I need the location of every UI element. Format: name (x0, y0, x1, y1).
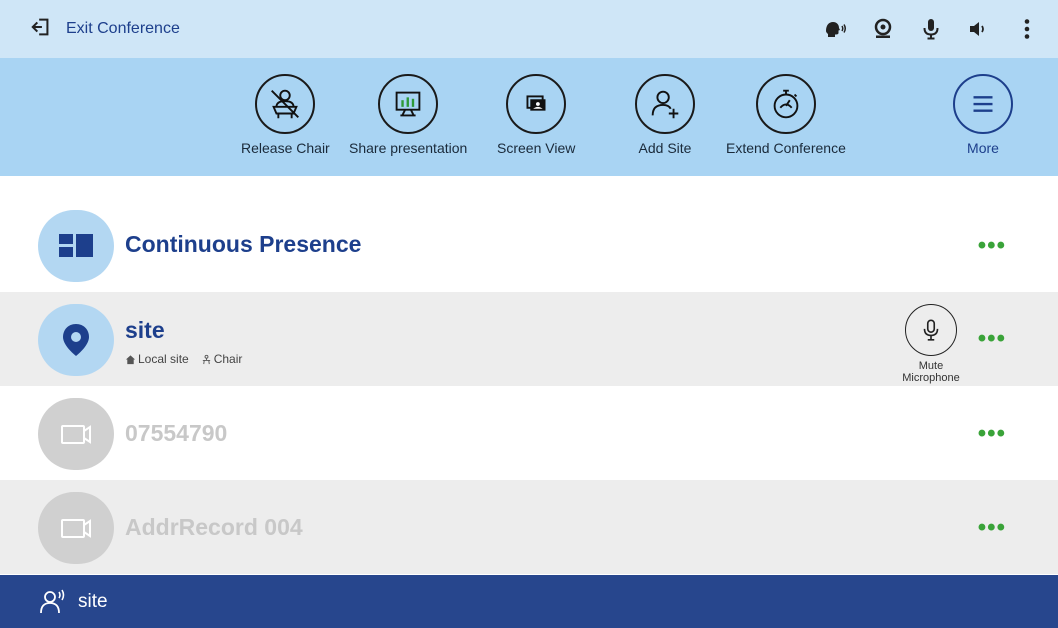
speaking-user-icon (40, 589, 65, 613)
layout-icon (59, 234, 93, 257)
chair-tag: Chair (201, 352, 242, 366)
presentation-icon (378, 74, 439, 134)
row-more-options[interactable]: ••• (978, 232, 1006, 260)
list-item-07554790[interactable]: 07554790 ••• (0, 386, 1058, 480)
release-chair-label: Release Chair (241, 140, 330, 156)
home-icon (125, 354, 136, 364)
row-more-options[interactable]: ••• (978, 420, 1006, 448)
location-pin-icon (63, 324, 89, 356)
top-status-bar: Exit Conference (0, 0, 1058, 58)
conference-toolbar: Release Chair Share presentation Screen … (0, 58, 1058, 176)
menu-icon (953, 74, 1013, 134)
site-avatar (38, 492, 114, 564)
microphone-icon (905, 304, 957, 356)
stopwatch-icon (755, 74, 816, 134)
exit-icon (30, 16, 52, 43)
release-chair-icon (255, 74, 316, 134)
row-more-options[interactable]: ••• (978, 514, 1006, 542)
screen-view-icon (506, 74, 567, 134)
row-title: AddrRecord 004 (125, 514, 303, 540)
release-chair-button[interactable]: Release Chair (241, 74, 330, 156)
row-title: Continuous Presence (125, 231, 362, 257)
microphone-icon[interactable] (918, 16, 944, 42)
row-more-options[interactable]: ••• (978, 325, 1006, 353)
more-vertical-icon[interactable] (1014, 16, 1040, 42)
share-presentation-label: Share presentation (349, 140, 468, 156)
site-avatar (38, 398, 114, 470)
add-site-button[interactable]: Add Site (635, 74, 695, 156)
list-item-site[interactable]: site Local site Chair Mute Microphone ••… (0, 292, 1058, 386)
add-site-label: Add Site (638, 140, 692, 156)
video-camera-icon (61, 519, 91, 538)
active-speaker-bar: site (0, 575, 1058, 628)
extend-conference-button[interactable]: Extend Conference (726, 74, 846, 156)
camera-icon[interactable] (870, 16, 896, 42)
list-item-addrrecord-004[interactable]: AddrRecord 004 ••• (0, 480, 1058, 574)
video-camera-icon (61, 425, 91, 444)
volume-icon[interactable] (966, 16, 992, 42)
share-presentation-button[interactable]: Share presentation (349, 74, 467, 156)
screen-view-label: Screen View (497, 140, 576, 156)
local-site-tag: Local site (125, 352, 189, 366)
row-title: site (125, 317, 165, 343)
active-speaker-label: site (78, 590, 108, 612)
more-button[interactable]: More (953, 74, 1013, 156)
mute-microphone-label: Mute Microphone (902, 360, 960, 384)
screen-view-button[interactable]: Screen View (497, 74, 575, 156)
mute-microphone-button[interactable]: Mute Microphone (896, 304, 966, 384)
site-avatar (38, 304, 114, 376)
site-tags: Local site Chair (125, 352, 242, 366)
layout-avatar (38, 210, 114, 282)
add-user-icon (635, 74, 695, 134)
more-label: More (967, 140, 999, 156)
extend-conference-label: Extend Conference (726, 140, 846, 156)
exit-conference-label: Exit Conference (66, 20, 180, 37)
speaker-voice-icon[interactable] (822, 16, 848, 42)
exit-conference-button[interactable]: Exit Conference (30, 16, 180, 43)
row-title: 07554790 (125, 420, 228, 446)
chair-icon (202, 354, 210, 364)
list-item-continuous-presence[interactable]: Continuous Presence ••• (0, 198, 1058, 292)
